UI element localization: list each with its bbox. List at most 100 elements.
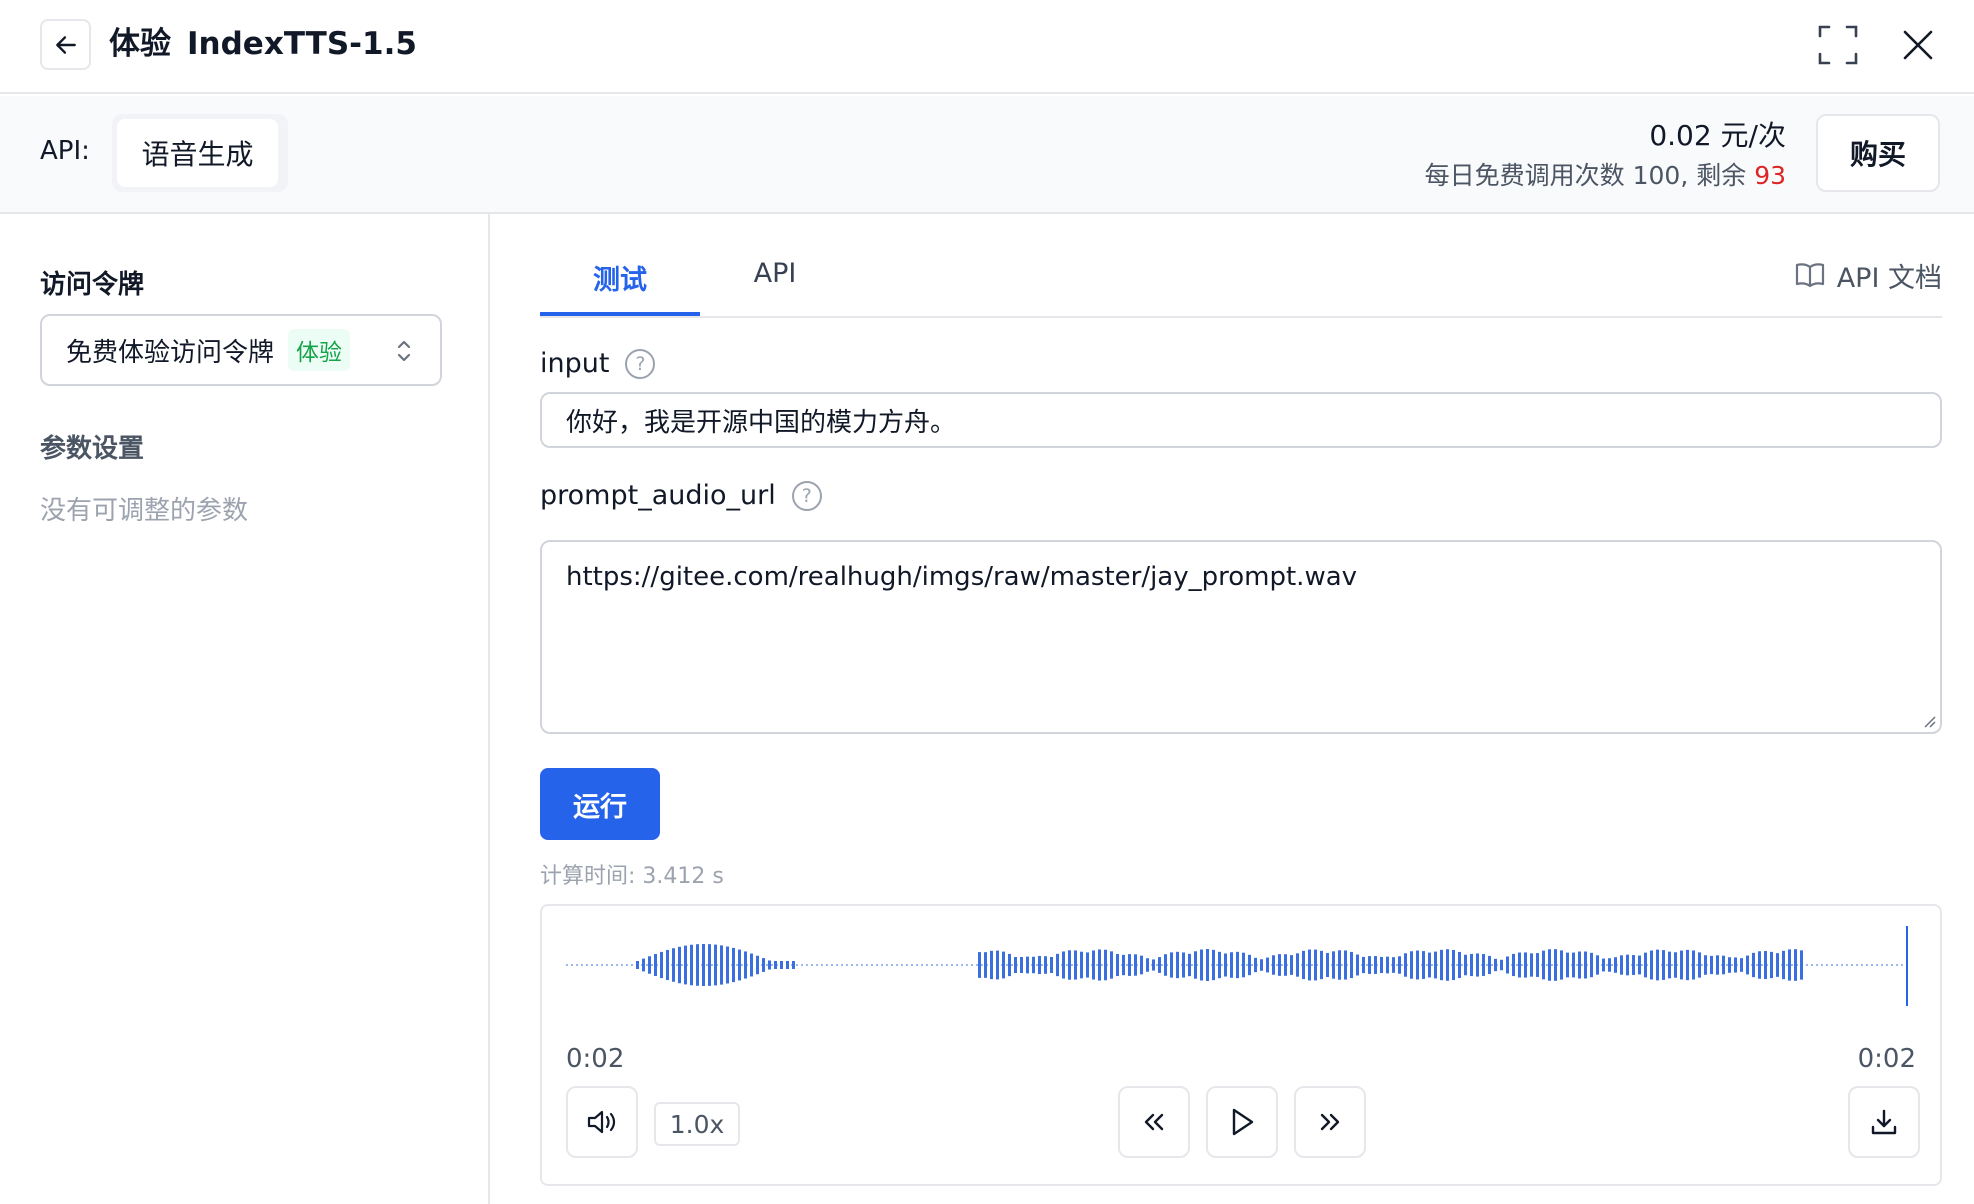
input-label-row: input ? <box>540 348 656 379</box>
waveform-bar <box>1374 956 1377 974</box>
duration-time: 0:02 <box>1857 1044 1916 1074</box>
waveform[interactable] <box>566 926 1918 1026</box>
help-icon[interactable]: ? <box>625 348 656 379</box>
waveform-bar <box>1236 951 1239 979</box>
waveform-bar <box>1620 955 1623 975</box>
tab-test[interactable]: 测试 <box>540 254 700 316</box>
waveform-bar <box>1020 956 1023 974</box>
waveform-bar <box>696 944 699 986</box>
waveform-bar <box>1128 954 1131 976</box>
waveform-bar <box>1080 951 1083 979</box>
waveform-bar <box>1734 957 1737 973</box>
waveform-bar <box>1056 953 1059 977</box>
params-label: 参数设置 <box>40 434 145 464</box>
waveform-bar <box>1674 952 1677 978</box>
token-badge: 体验 <box>288 329 351 371</box>
waveform-bar <box>1410 951 1413 979</box>
waveform-bar <box>1482 954 1485 976</box>
waveform-bar <box>1074 950 1077 980</box>
token-select[interactable]: 免费体验访问令牌 体验 <box>40 314 442 386</box>
input-value: 你好，我是开源中国的模力方舟。 <box>566 407 957 438</box>
waveform-bar <box>1008 953 1011 977</box>
waveform-bar <box>1170 952 1173 978</box>
quota-text: 每日免费调用次数 100, 剩余 93 <box>1425 156 1786 192</box>
volume-button[interactable] <box>566 1086 638 1158</box>
waveform-bar <box>1728 957 1731 973</box>
waveform-bar <box>1458 951 1461 979</box>
title-prefix: 体验 <box>109 26 171 62</box>
price-text: 0.02 元/次 <box>1649 119 1786 152</box>
api-selector[interactable]: 语音生成 <box>112 114 288 192</box>
prompt-audio-label: prompt_audio_url <box>540 480 776 511</box>
waveform-bar <box>708 944 711 986</box>
waveform-bar <box>1686 949 1689 981</box>
waveform-bar <box>1758 951 1761 979</box>
token-value: 免费体验访问令牌 <box>66 337 275 368</box>
prompt-audio-label-row: prompt_audio_url ? <box>540 480 822 511</box>
waveform-bar <box>1602 958 1605 972</box>
waveform-bar <box>1746 955 1749 975</box>
waveform-bar <box>1134 954 1137 976</box>
fullscreen-icon <box>1818 25 1858 65</box>
waveform-bar <box>1608 958 1611 972</box>
waveform-bar <box>1566 952 1569 978</box>
run-button[interactable]: 运行 <box>540 768 660 840</box>
waveform-bar <box>1002 951 1005 979</box>
rewind-icon <box>1144 1113 1164 1131</box>
waveform-bar <box>1656 949 1659 981</box>
help-icon[interactable]: ? <box>791 480 822 511</box>
waveform-bar <box>1224 953 1227 977</box>
waveform-bar <box>744 951 747 979</box>
playhead-cursor[interactable] <box>1906 926 1908 1006</box>
waveform-bar <box>1092 950 1095 980</box>
input-field[interactable]: 你好，我是开源中国的模力方舟。 <box>540 392 1942 448</box>
rewind-button[interactable] <box>1118 1086 1190 1158</box>
volume-icon <box>587 1110 616 1134</box>
waveform-bar <box>1200 949 1203 981</box>
close-button[interactable] <box>1893 20 1943 70</box>
api-label: API: <box>40 136 90 166</box>
prompt-audio-url-field[interactable]: https://gitee.com/realhugh/imgs/raw/mast… <box>540 540 1942 734</box>
waveform-bar <box>792 961 795 969</box>
waveform-bar <box>1422 951 1425 979</box>
dialog-header: 体验 IndexTTS-1.5 <box>0 0 1974 94</box>
play-button[interactable] <box>1206 1086 1278 1158</box>
api-doc-link[interactable]: API 文档 <box>1795 254 1942 296</box>
waveform-bar <box>1272 955 1275 975</box>
tab-api[interactable]: API <box>700 254 850 316</box>
speed-button[interactable]: 1.0x <box>654 1102 740 1146</box>
waveform-bar <box>1110 951 1113 979</box>
back-button[interactable] <box>40 19 91 70</box>
waveform-bar <box>684 945 687 985</box>
waveform-bar <box>1386 956 1389 974</box>
forward-button[interactable] <box>1294 1086 1366 1158</box>
waveform-bar <box>1452 949 1455 981</box>
waveform-bar <box>1770 951 1773 979</box>
waveform-bar <box>1428 952 1431 978</box>
waveform-bar <box>1290 955 1293 975</box>
waveform-bar <box>1518 952 1521 978</box>
waveform-bar <box>1242 952 1245 978</box>
api-option-tts[interactable]: 语音生成 <box>117 119 278 187</box>
fullscreen-button[interactable] <box>1813 20 1863 70</box>
download-button[interactable] <box>1848 1086 1920 1158</box>
resize-handle-icon[interactable] <box>1922 714 1936 728</box>
waveform-bar <box>1326 952 1329 978</box>
waveform-bar <box>786 961 789 969</box>
waveform-bar <box>1788 949 1791 981</box>
waveform-bar <box>738 949 741 981</box>
buy-button[interactable]: 购买 <box>1816 114 1940 192</box>
token-label: 访问令牌 <box>40 270 145 300</box>
waveform-bar <box>1554 949 1557 981</box>
waveform-bar <box>1032 956 1035 974</box>
waveform-bar <box>1308 949 1311 981</box>
waveform-bar <box>1488 955 1491 975</box>
play-icon <box>1232 1108 1254 1136</box>
waveform-bar <box>768 960 771 970</box>
waveform-bar <box>1512 953 1515 977</box>
download-icon <box>1871 1109 1897 1135</box>
waveform-bar <box>1350 951 1353 979</box>
waveform-bar <box>1254 957 1257 973</box>
prompt-audio-url-value: https://gitee.com/realhugh/imgs/raw/mast… <box>566 562 1358 592</box>
back-arrow-icon <box>55 35 76 54</box>
